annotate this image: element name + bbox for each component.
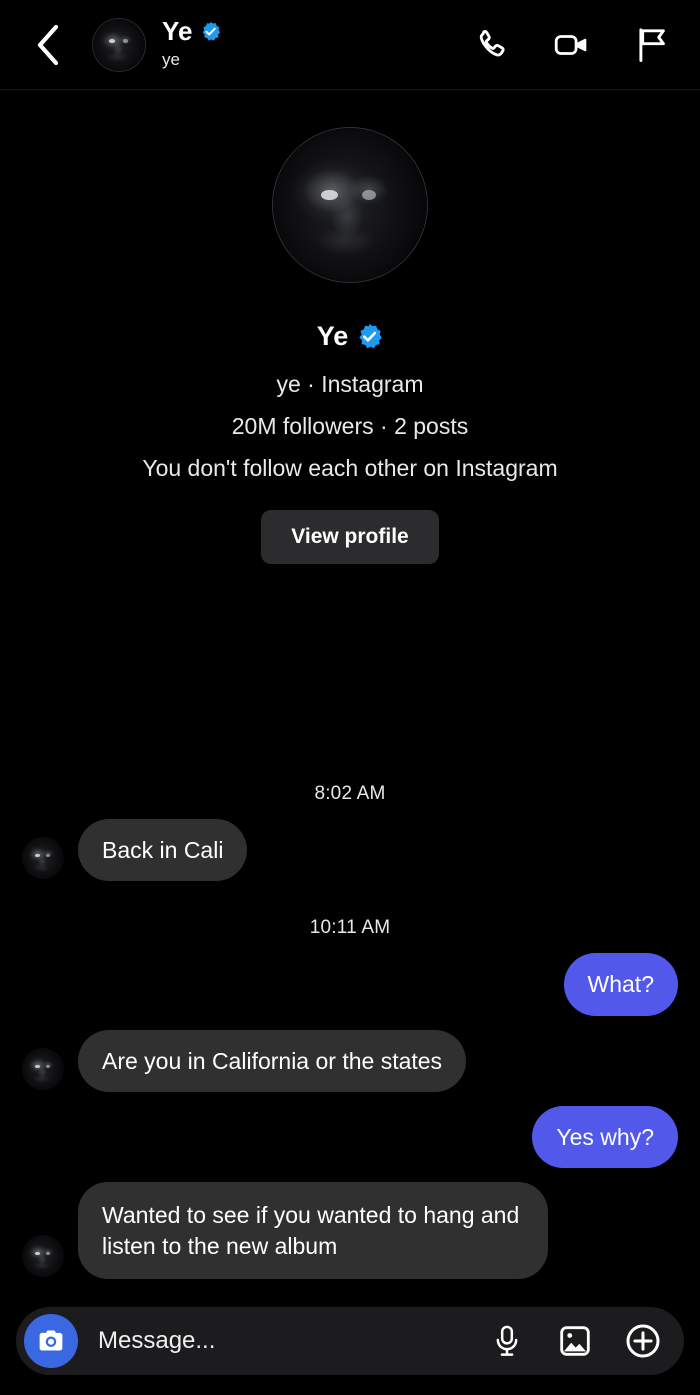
messenger-conversation-screen: Ye ye Ye ye · Instagram 20M followers · … bbox=[0, 0, 700, 1395]
profile-name: Ye bbox=[316, 321, 349, 351]
message-timestamp: 10:11 AM bbox=[309, 917, 391, 939]
report-button[interactable] bbox=[632, 25, 672, 65]
message-thread[interactable]: Ye ye · Instagram 20M followers · 2 post… bbox=[0, 90, 700, 1299]
microphone-icon bbox=[496, 1325, 518, 1356]
message-timestamp: 8:02 AM bbox=[314, 782, 386, 804]
message-bubble-incoming[interactable]: Back in Cali bbox=[78, 818, 248, 882]
verified-badge-icon bbox=[359, 323, 383, 349]
profile-card: Ye ye · Instagram 20M followers · 2 post… bbox=[0, 90, 700, 565]
profile-avatar[interactable] bbox=[272, 127, 428, 283]
avatar-face-image bbox=[22, 1235, 64, 1277]
gallery-button[interactable] bbox=[556, 1322, 594, 1360]
composer-bar bbox=[16, 1307, 684, 1375]
message-row: Wanted to see if you wanted to hang and … bbox=[22, 1182, 678, 1279]
avatar-face-image bbox=[22, 837, 64, 880]
message-bubble-outgoing[interactable]: Yes why? bbox=[532, 1105, 678, 1169]
profile-name-row: Ye bbox=[317, 321, 384, 352]
message-avatar[interactable] bbox=[22, 1047, 64, 1090]
profile-handle-line: ye · Instagram bbox=[276, 371, 424, 397]
camera-icon bbox=[39, 1330, 63, 1351]
back-button[interactable] bbox=[34, 22, 80, 68]
voice-record-button[interactable] bbox=[488, 1322, 526, 1360]
header-avatar[interactable] bbox=[92, 17, 146, 72]
contact-name: Ye bbox=[162, 16, 193, 47]
header-actions bbox=[472, 25, 672, 65]
header-name-row: Ye bbox=[162, 16, 472, 47]
chevron-left-icon bbox=[37, 24, 59, 65]
image-icon bbox=[560, 1326, 590, 1356]
more-options-button[interactable] bbox=[624, 1322, 662, 1360]
phone-icon bbox=[479, 29, 505, 56]
message-avatar[interactable] bbox=[22, 1235, 64, 1277]
message-list: 8:02 AM Back in Cali 10:11 AM What? Are … bbox=[0, 761, 700, 1293]
message-input[interactable] bbox=[98, 1327, 488, 1355]
verified-badge-icon bbox=[202, 22, 220, 41]
avatar-face-image bbox=[273, 128, 427, 282]
flag-icon bbox=[639, 27, 665, 62]
video-call-button[interactable] bbox=[552, 25, 592, 65]
message-avatar[interactable] bbox=[22, 837, 64, 880]
message-bubble-incoming[interactable]: Are you in California or the states bbox=[78, 1029, 467, 1092]
message-row: Back in Cali bbox=[22, 818, 678, 882]
header-title-block[interactable]: Ye ye bbox=[162, 16, 472, 70]
conversation-header: Ye ye bbox=[0, 0, 700, 90]
message-row: Yes why? bbox=[22, 1105, 678, 1169]
message-bubble-incoming[interactable]: Wanted to see if you wanted to hang and … bbox=[78, 1182, 548, 1279]
plus-circle-icon bbox=[626, 1324, 660, 1358]
avatar-face-image bbox=[93, 18, 145, 71]
avatar-face-image bbox=[22, 1047, 64, 1090]
profile-stats-line: 20M followers · 2 posts bbox=[231, 413, 469, 440]
profile-relationship-line: You don't follow each other on Instagram bbox=[142, 455, 558, 482]
contact-username: ye bbox=[162, 49, 180, 69]
message-bubble-outgoing[interactable]: What? bbox=[563, 953, 678, 1016]
composer-container bbox=[0, 1299, 700, 1395]
view-profile-button[interactable]: View profile bbox=[261, 510, 439, 565]
camera-button[interactable] bbox=[24, 1314, 78, 1368]
message-row: Are you in California or the states bbox=[22, 1029, 678, 1092]
video-camera-icon bbox=[554, 34, 587, 55]
audio-call-button[interactable] bbox=[472, 25, 512, 65]
composer-actions bbox=[488, 1322, 662, 1360]
message-row: What? bbox=[22, 953, 678, 1016]
